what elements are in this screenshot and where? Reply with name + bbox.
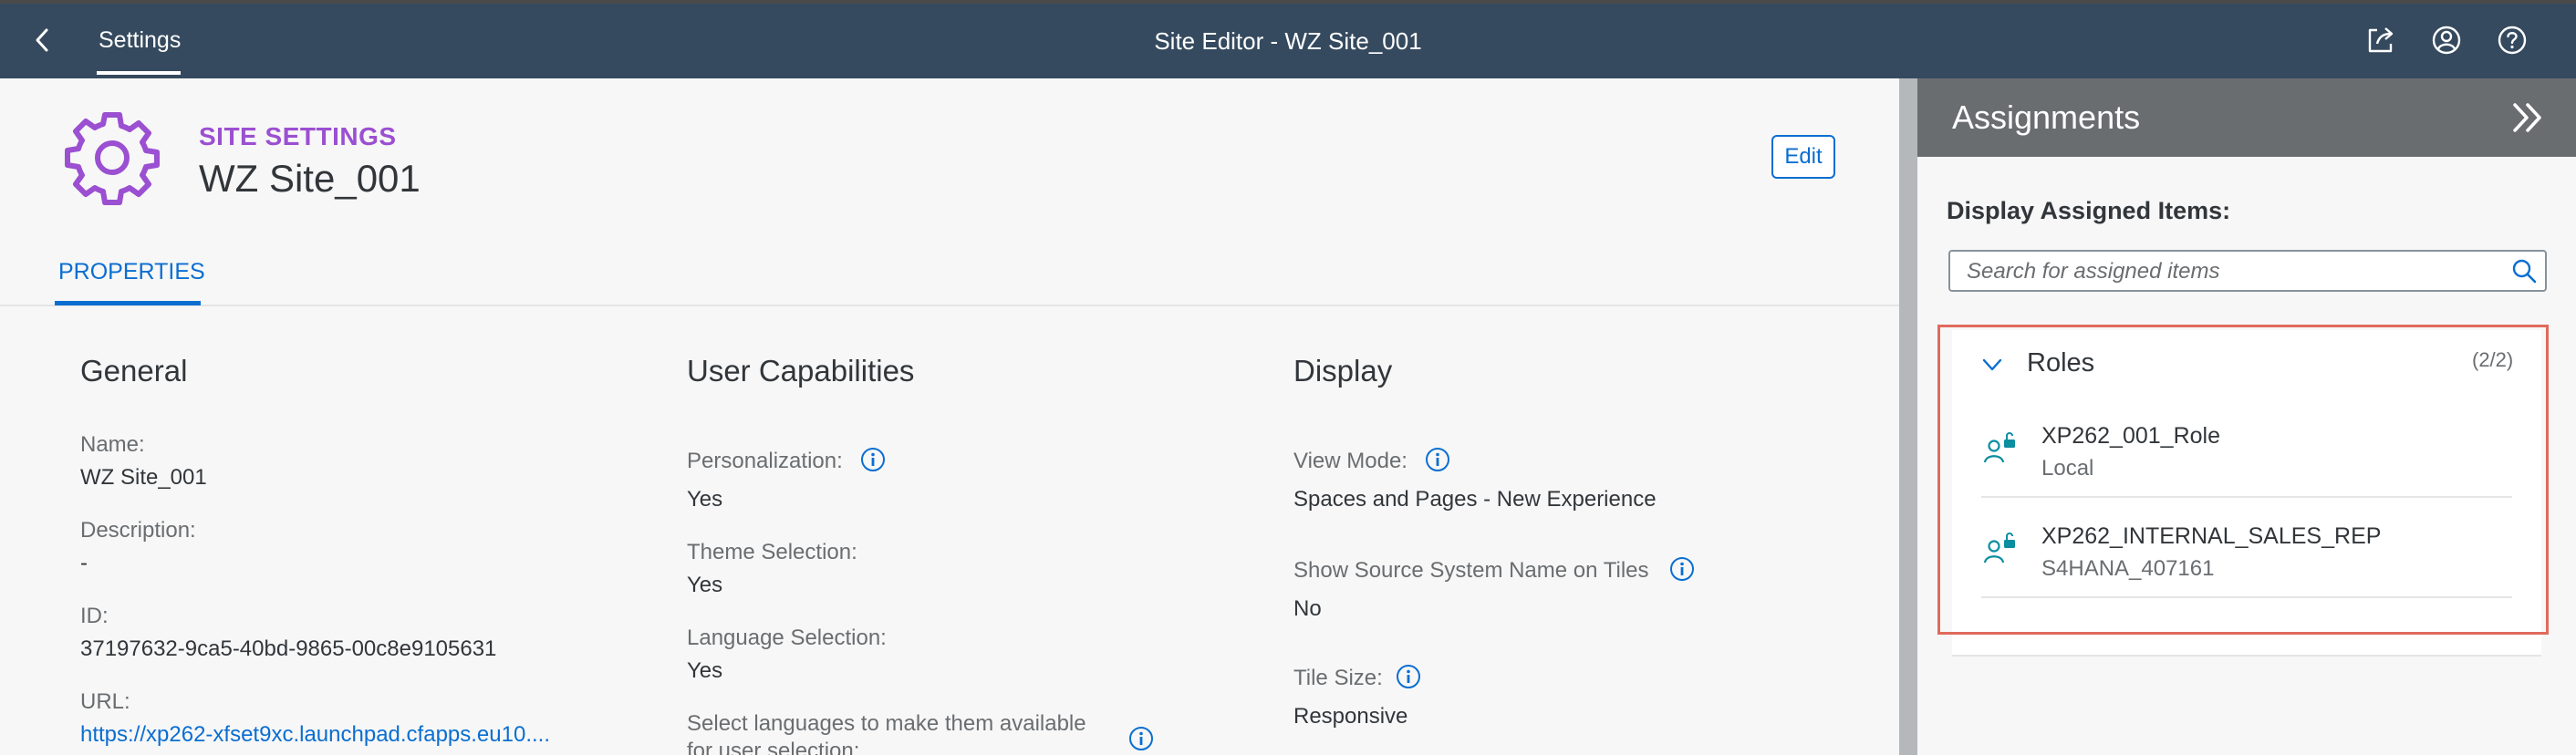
language-selection-label: Language Selection: — [687, 626, 887, 650]
header-kicker: SITE SETTINGS — [199, 122, 397, 150]
personalization-label: Personalization: — [687, 449, 843, 473]
user-capabilities-title: User Capabilities — [687, 354, 915, 388]
shell-title: Site Editor - WZ Site_001 — [1154, 27, 1422, 55]
roles-highlight-frame — [1937, 325, 2549, 635]
assigned-search-input[interactable] — [1967, 259, 2496, 284]
object-header: SITE SETTINGS WZ Site_001 Edit PROPERTIE… — [0, 78, 1899, 306]
source-system-info-icon[interactable] — [1669, 556, 1695, 582]
assignments-header: Assignments — [1917, 78, 2576, 157]
view-mode-label: View Mode: — [1293, 449, 1407, 473]
select-languages-label-line2: for user selection: — [687, 739, 860, 755]
theme-selection-value: Yes — [687, 573, 723, 597]
assignments-title: Assignments — [1952, 98, 2141, 136]
user-icon — [2432, 26, 2461, 55]
collapse-panel-button[interactable] — [2507, 97, 2549, 139]
main-area: SITE SETTINGS WZ Site_001 Edit PROPERTIE… — [0, 78, 1899, 755]
gear-icon — [65, 112, 160, 205]
id-value: 37197632-9ca5-40bd-9865-00c8e9105631 — [80, 636, 497, 661]
shell-bar: Settings Site Editor - WZ Site_001 — [0, 0, 2576, 78]
tab-properties[interactable]: PROPERTIES — [58, 259, 205, 285]
name-label: Name: — [80, 432, 145, 457]
roles-group: Roles (2/2) XP262_001_Role Local XP262_I… — [1937, 325, 2549, 717]
help-button[interactable] — [2496, 24, 2529, 57]
double-chevron-right-icon — [2513, 103, 2541, 132]
url-link[interactable]: https://xp262-xfset9xc.launchpad.cfapps.… — [80, 722, 550, 748]
theme-selection-label: Theme Selection: — [687, 540, 857, 564]
back-button[interactable] — [24, 22, 60, 58]
back-icon — [36, 28, 48, 52]
assignments-panel: Assignments Display Assigned Items: Role… — [1917, 78, 2576, 755]
general-title: General — [80, 354, 188, 388]
share-button[interactable] — [2364, 24, 2397, 57]
tile-size-value: Responsive — [1293, 704, 1408, 729]
share-icon — [2368, 27, 2394, 53]
personalization-info-icon[interactable] — [860, 447, 886, 472]
tile-size-info-icon[interactable] — [1396, 664, 1421, 689]
assigned-search-field[interactable] — [1948, 250, 2547, 292]
tile-size-label: Tile Size: — [1293, 666, 1383, 690]
personalization-value: Yes — [687, 487, 723, 512]
description-value: - — [80, 551, 88, 575]
shell-tab-settings[interactable]: Settings — [99, 27, 181, 54]
language-selection-value: Yes — [687, 658, 723, 683]
url-label: URL: — [80, 689, 130, 714]
display-title: Display — [1293, 354, 1393, 388]
select-languages-label: Select languages to make them available — [687, 711, 1086, 736]
shell-tab-indicator — [97, 71, 181, 75]
display-assigned-label: Display Assigned Items: — [1947, 197, 2231, 224]
name-value: WZ Site_001 — [80, 465, 207, 490]
properties-content: General Name: WZ Site_001 Description: -… — [0, 308, 1899, 755]
view-mode-info-icon[interactable] — [1425, 447, 1450, 472]
source-system-value: No — [1293, 596, 1322, 621]
select-languages-info-icon[interactable] — [1128, 726, 1154, 751]
source-system-label: Show Source System Name on Tiles — [1293, 558, 1649, 583]
page-title: WZ Site_001 — [199, 157, 421, 200]
help-icon — [2498, 26, 2527, 55]
shell-top-border — [0, 0, 2576, 4]
edit-button[interactable]: Edit — [1771, 135, 1835, 179]
id-label: ID: — [80, 604, 109, 628]
panel-splitter[interactable] — [1899, 78, 1917, 755]
description-label: Description: — [80, 518, 196, 543]
tab-properties-indicator — [55, 301, 201, 305]
roles-card-divider — [1952, 655, 2541, 657]
user-profile-button[interactable] — [2430, 24, 2463, 57]
search-icon[interactable] — [2510, 257, 2538, 284]
view-mode-value: Spaces and Pages - New Experience — [1293, 487, 1657, 512]
